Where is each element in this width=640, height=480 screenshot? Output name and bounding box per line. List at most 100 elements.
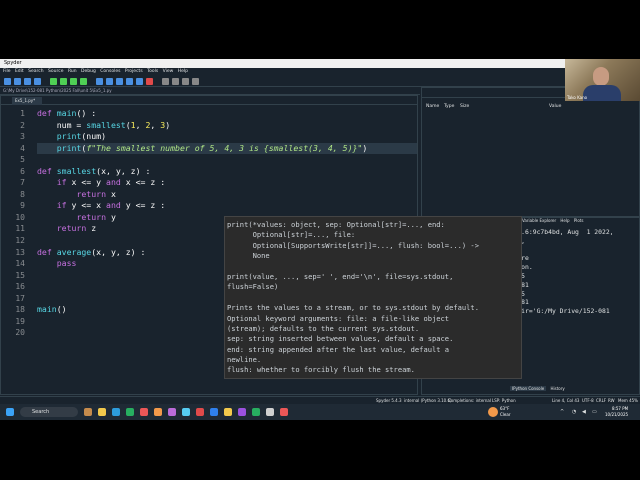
continue-icon[interactable] <box>136 78 143 85</box>
tab-variable-explorer[interactable]: Variable Explorer <box>522 218 556 223</box>
line-number: 5 <box>20 155 25 165</box>
line-number: 7 <box>20 178 25 188</box>
edge-icon[interactable] <box>112 408 120 416</box>
taskbar-app-icon[interactable] <box>140 408 148 416</box>
taskbar-search[interactable]: Search <box>20 407 78 417</box>
tray-chevron-icon[interactable]: ^ <box>560 409 564 415</box>
menu-help[interactable]: Help <box>178 69 188 74</box>
taskbar-app-icon[interactable] <box>182 408 190 416</box>
debug-icon[interactable] <box>96 78 103 85</box>
taskbar-app-icon[interactable] <box>238 408 246 416</box>
taskbar-app-icon[interactable] <box>196 408 204 416</box>
presenter-body <box>583 85 621 101</box>
menu-debug[interactable]: Debug <box>81 69 96 74</box>
save-icon[interactable] <box>24 78 31 85</box>
code-line[interactable]: print(num) <box>37 131 417 143</box>
screen: Spyder File Edit Search Source Run Debug… <box>0 0 640 480</box>
status-bar: Spyder 5.4.3 internal (Python 3.10.6) Co… <box>0 396 640 404</box>
run-cell-icon[interactable] <box>60 78 67 85</box>
taskbar-app-icon[interactable] <box>266 408 274 416</box>
run-cell-advance-icon[interactable] <box>70 78 77 85</box>
menu-file[interactable]: File <box>3 69 11 74</box>
save-all-icon[interactable] <box>34 78 41 85</box>
tab-ipython-console[interactable]: IPython Console <box>510 386 547 391</box>
variable-explorer-pane: Name Type Size Value <box>421 87 640 217</box>
column-name[interactable]: Name <box>426 104 439 109</box>
calltip-tooltip: print(*values: object, sep: Optional[str… <box>224 216 522 379</box>
line-number-gutter: 1 2 3 4 5 6 7 8 9 10 11 12 13 14 15 16 1… <box>1 108 29 339</box>
menu-projects[interactable]: Projects <box>125 69 143 74</box>
run-icon[interactable] <box>50 78 57 85</box>
menu-view[interactable]: View <box>163 69 174 74</box>
taskbar-app-icon[interactable] <box>210 408 218 416</box>
github-icon[interactable] <box>192 78 199 85</box>
menu-search[interactable]: Search <box>28 69 43 74</box>
line-number: 10 <box>15 212 25 222</box>
tooltip-line: print(*values: object, sep: Optional[str… <box>227 220 445 229</box>
line-number: 17 <box>15 293 25 303</box>
windows-start-icon[interactable] <box>6 408 14 416</box>
chrome-icon[interactable] <box>154 408 162 416</box>
code-line[interactable]: if y <= x and y <= z : <box>37 200 417 212</box>
system-clock[interactable]: 8:57 PM 10/21/2025 <box>605 406 628 418</box>
menu-edit[interactable]: Edit <box>15 69 24 74</box>
line-number: 8 <box>20 189 25 199</box>
taskbar-app-icon[interactable] <box>126 408 134 416</box>
taskbar-app-icon[interactable] <box>168 408 176 416</box>
taskbar-app-icon[interactable] <box>84 408 92 416</box>
path-bar[interactable]: G:\My Drive\152-081 Python\2025 Fall\uni… <box>0 87 420 95</box>
step-into-icon[interactable] <box>116 78 123 85</box>
run-selection-icon[interactable] <box>80 78 87 85</box>
tooltip-line <box>227 262 519 272</box>
open-file-icon[interactable] <box>14 78 21 85</box>
tab-help[interactable]: Help <box>560 218 569 223</box>
taskbar-app-icon[interactable] <box>224 408 232 416</box>
column-type[interactable]: Type <box>444 104 454 109</box>
code-line[interactable]: print(f"The smallest number of 5, 4, 3 i… <box>37 142 417 155</box>
python-path-icon[interactable] <box>182 78 189 85</box>
volume-icon[interactable]: ◀ <box>582 409 586 415</box>
menu-tools[interactable]: Tools <box>147 69 158 74</box>
tooltip-line: print(value, ..., sep=' ', end='\n', fil… <box>227 271 454 281</box>
battery-icon[interactable]: ▭ <box>592 409 597 415</box>
column-size[interactable]: Size <box>460 104 469 109</box>
step-return-icon[interactable] <box>126 78 133 85</box>
weather-widget[interactable]: 63°F Clear <box>500 406 510 418</box>
menu-consoles[interactable]: Consoles <box>100 69 120 74</box>
editor-tab[interactable]: Ex5_1.py* <box>12 97 42 105</box>
file-explorer-icon[interactable] <box>98 408 106 416</box>
wifi-icon[interactable]: ◔ <box>572 409 576 415</box>
line-number: 11 <box>15 224 25 234</box>
line-number: 18 <box>15 305 25 315</box>
weather-icon[interactable] <box>488 407 498 417</box>
code-line[interactable]: num = smallest(1, 2, 3) <box>37 120 417 132</box>
code-line[interactable]: if x <= y and x <= z : <box>37 177 417 189</box>
taskbar-app-icon[interactable] <box>252 408 260 416</box>
toolbar <box>0 76 640 87</box>
new-file-icon[interactable] <box>4 78 11 85</box>
tab-history[interactable]: History <box>550 386 564 391</box>
menu-bar: File Edit Search Source Run Debug Consol… <box>0 68 640 76</box>
line-number: 2 <box>20 120 25 130</box>
code-line[interactable]: def main() : <box>37 108 417 120</box>
spyder-taskbar-icon[interactable] <box>280 408 288 416</box>
step-icon[interactable] <box>106 78 113 85</box>
code-line[interactable]: return x <box>37 189 417 201</box>
presenter-name: Tako Kano <box>567 95 588 100</box>
console-bottom-tabs: IPython Console History <box>510 386 565 391</box>
clock-date: 10/21/2025 <box>605 412 629 417</box>
code-line[interactable]: def smallest(x, y, z) : <box>37 166 417 178</box>
line-number: 9 <box>20 201 25 211</box>
code-line[interactable] <box>37 154 417 166</box>
tooltip-line: Optional[str]=..., file: <box>227 230 356 240</box>
preferences-icon[interactable] <box>172 78 179 85</box>
stop-debug-icon[interactable] <box>146 78 153 85</box>
webcam-overlay: Tako Kano <box>565 59 640 101</box>
line-number: 16 <box>15 282 25 292</box>
maximize-pane-icon[interactable] <box>162 78 169 85</box>
menu-source[interactable]: Source <box>48 69 63 74</box>
tab-plots[interactable]: Plots <box>574 218 584 223</box>
editor-tab-bar: Ex5_1.py* <box>1 96 417 105</box>
column-value[interactable]: Value <box>549 104 561 109</box>
menu-run[interactable]: Run <box>68 69 77 74</box>
